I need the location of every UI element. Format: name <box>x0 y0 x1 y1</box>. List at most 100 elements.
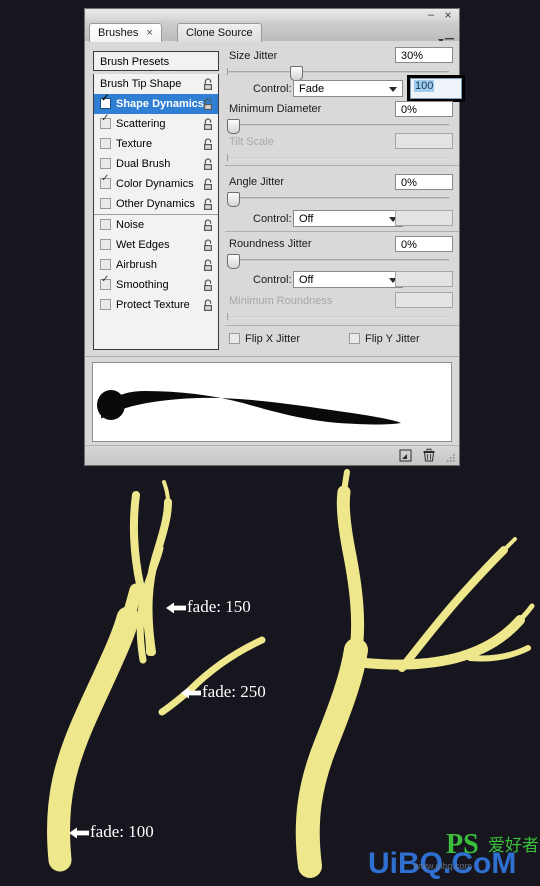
divider <box>225 165 459 166</box>
brush-option-list[interactable]: Brush Tip Shape Shape Dynamics Scattering T… <box>93 74 219 350</box>
angle-control-extra-value <box>395 210 453 226</box>
minimum-diameter-label: Minimum Diameter <box>229 103 322 115</box>
slider-thumb[interactable] <box>227 192 240 207</box>
panel-bottom-toolbar <box>85 445 459 465</box>
angle-control-combo[interactable]: Off <box>293 210 403 227</box>
watermark-url-text: www.uibq.com <box>413 861 472 871</box>
flip-y-jitter-checkbox[interactable]: Flip Y Jitter <box>349 332 420 345</box>
tab-close-icon[interactable]: × <box>146 27 152 39</box>
option-row-airbrush[interactable]: Airbrush <box>94 255 218 275</box>
option-label: Noise <box>116 219 145 231</box>
option-checkbox[interactable] <box>100 114 111 129</box>
watermark: PS 爱好者 UiBQ.CoM www.uibq.com <box>366 819 539 881</box>
slider-tick <box>227 68 228 75</box>
lock-icon[interactable] <box>202 138 214 151</box>
option-row-other-dynamics[interactable]: Other Dynamics <box>94 194 218 214</box>
tab-brushes-label: Brushes <box>98 27 139 39</box>
roundness-jitter-value[interactable]: 0% <box>395 236 453 252</box>
slider-thumb[interactable] <box>227 254 240 269</box>
option-checkbox[interactable] <box>100 94 111 109</box>
roundness-control-value: Off <box>299 274 314 286</box>
angle-jitter-value[interactable]: 0% <box>395 174 453 190</box>
size-control-value: Fade <box>299 83 325 95</box>
minimum-diameter-slider[interactable] <box>227 119 449 134</box>
slider-thumb[interactable] <box>227 119 240 134</box>
lock-icon[interactable] <box>202 158 214 171</box>
fade-value-input[interactable]: 100 <box>410 78 462 99</box>
option-checkbox[interactable] <box>100 238 111 250</box>
arrow-icon <box>166 599 186 619</box>
minimize-icon[interactable]: – <box>425 10 437 21</box>
annotation-fade-150: fade: 150 <box>166 597 251 619</box>
brush-presets-label: Brush Presets <box>100 56 170 68</box>
tab-clone-source[interactable]: Clone Source <box>177 23 262 42</box>
brush-presets-button[interactable]: Brush Presets <box>93 51 219 71</box>
divider <box>225 231 459 232</box>
slider-track <box>227 316 449 319</box>
option-checkbox[interactable] <box>100 218 111 230</box>
lock-icon[interactable] <box>202 78 214 91</box>
flip-x-jitter-checkbox[interactable]: Flip X Jitter <box>229 332 300 345</box>
minimum-roundness-value <box>395 292 453 308</box>
option-row-texture[interactable]: Texture <box>94 134 218 154</box>
option-label: Airbrush <box>116 259 157 271</box>
size-control-label: Control: <box>253 83 292 95</box>
brush-preview-area <box>85 356 459 447</box>
minimum-diameter-value[interactable]: 0% <box>395 101 453 117</box>
option-label: Brush Tip Shape <box>100 78 182 90</box>
lock-icon[interactable] <box>202 98 214 111</box>
slider-tick <box>227 154 228 161</box>
resize-grip[interactable] <box>446 453 456 463</box>
lock-icon[interactable] <box>202 239 214 252</box>
new-brush-icon[interactable] <box>398 448 414 463</box>
roundness-control-label: Control: <box>253 274 292 286</box>
roundness-jitter-label: Roundness Jitter <box>229 238 312 250</box>
option-label: Protect Texture <box>116 299 190 311</box>
size-jitter-value[interactable]: 30% <box>395 47 453 63</box>
arrow-icon <box>69 824 89 844</box>
tab-clone-source-label: Clone Source <box>186 27 253 39</box>
option-row-noise[interactable]: Noise <box>94 215 218 235</box>
option-row-wet-edges[interactable]: Wet Edges <box>94 235 218 255</box>
option-checkbox[interactable] <box>100 174 111 189</box>
roundness-jitter-slider[interactable] <box>227 254 449 269</box>
option-checkbox[interactable] <box>100 275 111 290</box>
close-icon[interactable]: × <box>442 9 454 21</box>
option-label: Other Dynamics <box>116 198 195 210</box>
option-row-shape-dynamics[interactable]: Shape Dynamics <box>94 94 218 114</box>
slider-track <box>227 197 449 200</box>
slider-thumb[interactable] <box>290 66 303 81</box>
tab-brushes[interactable]: Brushes × <box>89 23 162 42</box>
lock-icon[interactable] <box>202 198 214 211</box>
option-row-color-dynamics[interactable]: Color Dynamics <box>94 174 218 194</box>
option-label: Color Dynamics <box>116 178 194 190</box>
option-row-dual-brush[interactable]: Dual Brush <box>94 154 218 174</box>
option-checkbox[interactable] <box>100 137 111 149</box>
option-row-scattering[interactable]: Scattering <box>94 114 218 134</box>
option-row-protect-texture[interactable]: Protect Texture <box>94 295 218 315</box>
lock-icon[interactable] <box>202 259 214 272</box>
option-checkbox[interactable] <box>100 197 111 209</box>
trash-icon[interactable] <box>421 448 437 463</box>
lock-icon[interactable] <box>202 279 214 292</box>
option-row-brush-tip-shape[interactable]: Brush Tip Shape <box>94 74 218 94</box>
angle-jitter-slider[interactable] <box>227 192 449 207</box>
chevron-down-icon <box>389 87 397 92</box>
option-checkbox[interactable] <box>100 298 111 310</box>
annotation-label: fade: 150 <box>187 597 251 616</box>
option-checkbox[interactable] <box>100 258 111 270</box>
option-label: Texture <box>116 138 153 150</box>
size-jitter-label: Size Jitter <box>229 50 278 62</box>
divider <box>225 325 459 326</box>
option-checkbox[interactable] <box>100 157 111 169</box>
tilt-scale-slider <box>227 153 449 163</box>
size-control-combo[interactable]: Fade <box>293 80 403 97</box>
lock-icon[interactable] <box>202 178 214 191</box>
arrow-icon <box>181 684 201 704</box>
roundness-control-combo[interactable]: Off <box>293 271 403 288</box>
option-row-smoothing[interactable]: Smoothing <box>94 275 218 295</box>
lock-icon[interactable] <box>202 219 214 232</box>
option-label: Wet Edges <box>116 239 170 251</box>
lock-icon[interactable] <box>202 118 214 131</box>
lock-icon[interactable] <box>202 299 214 312</box>
